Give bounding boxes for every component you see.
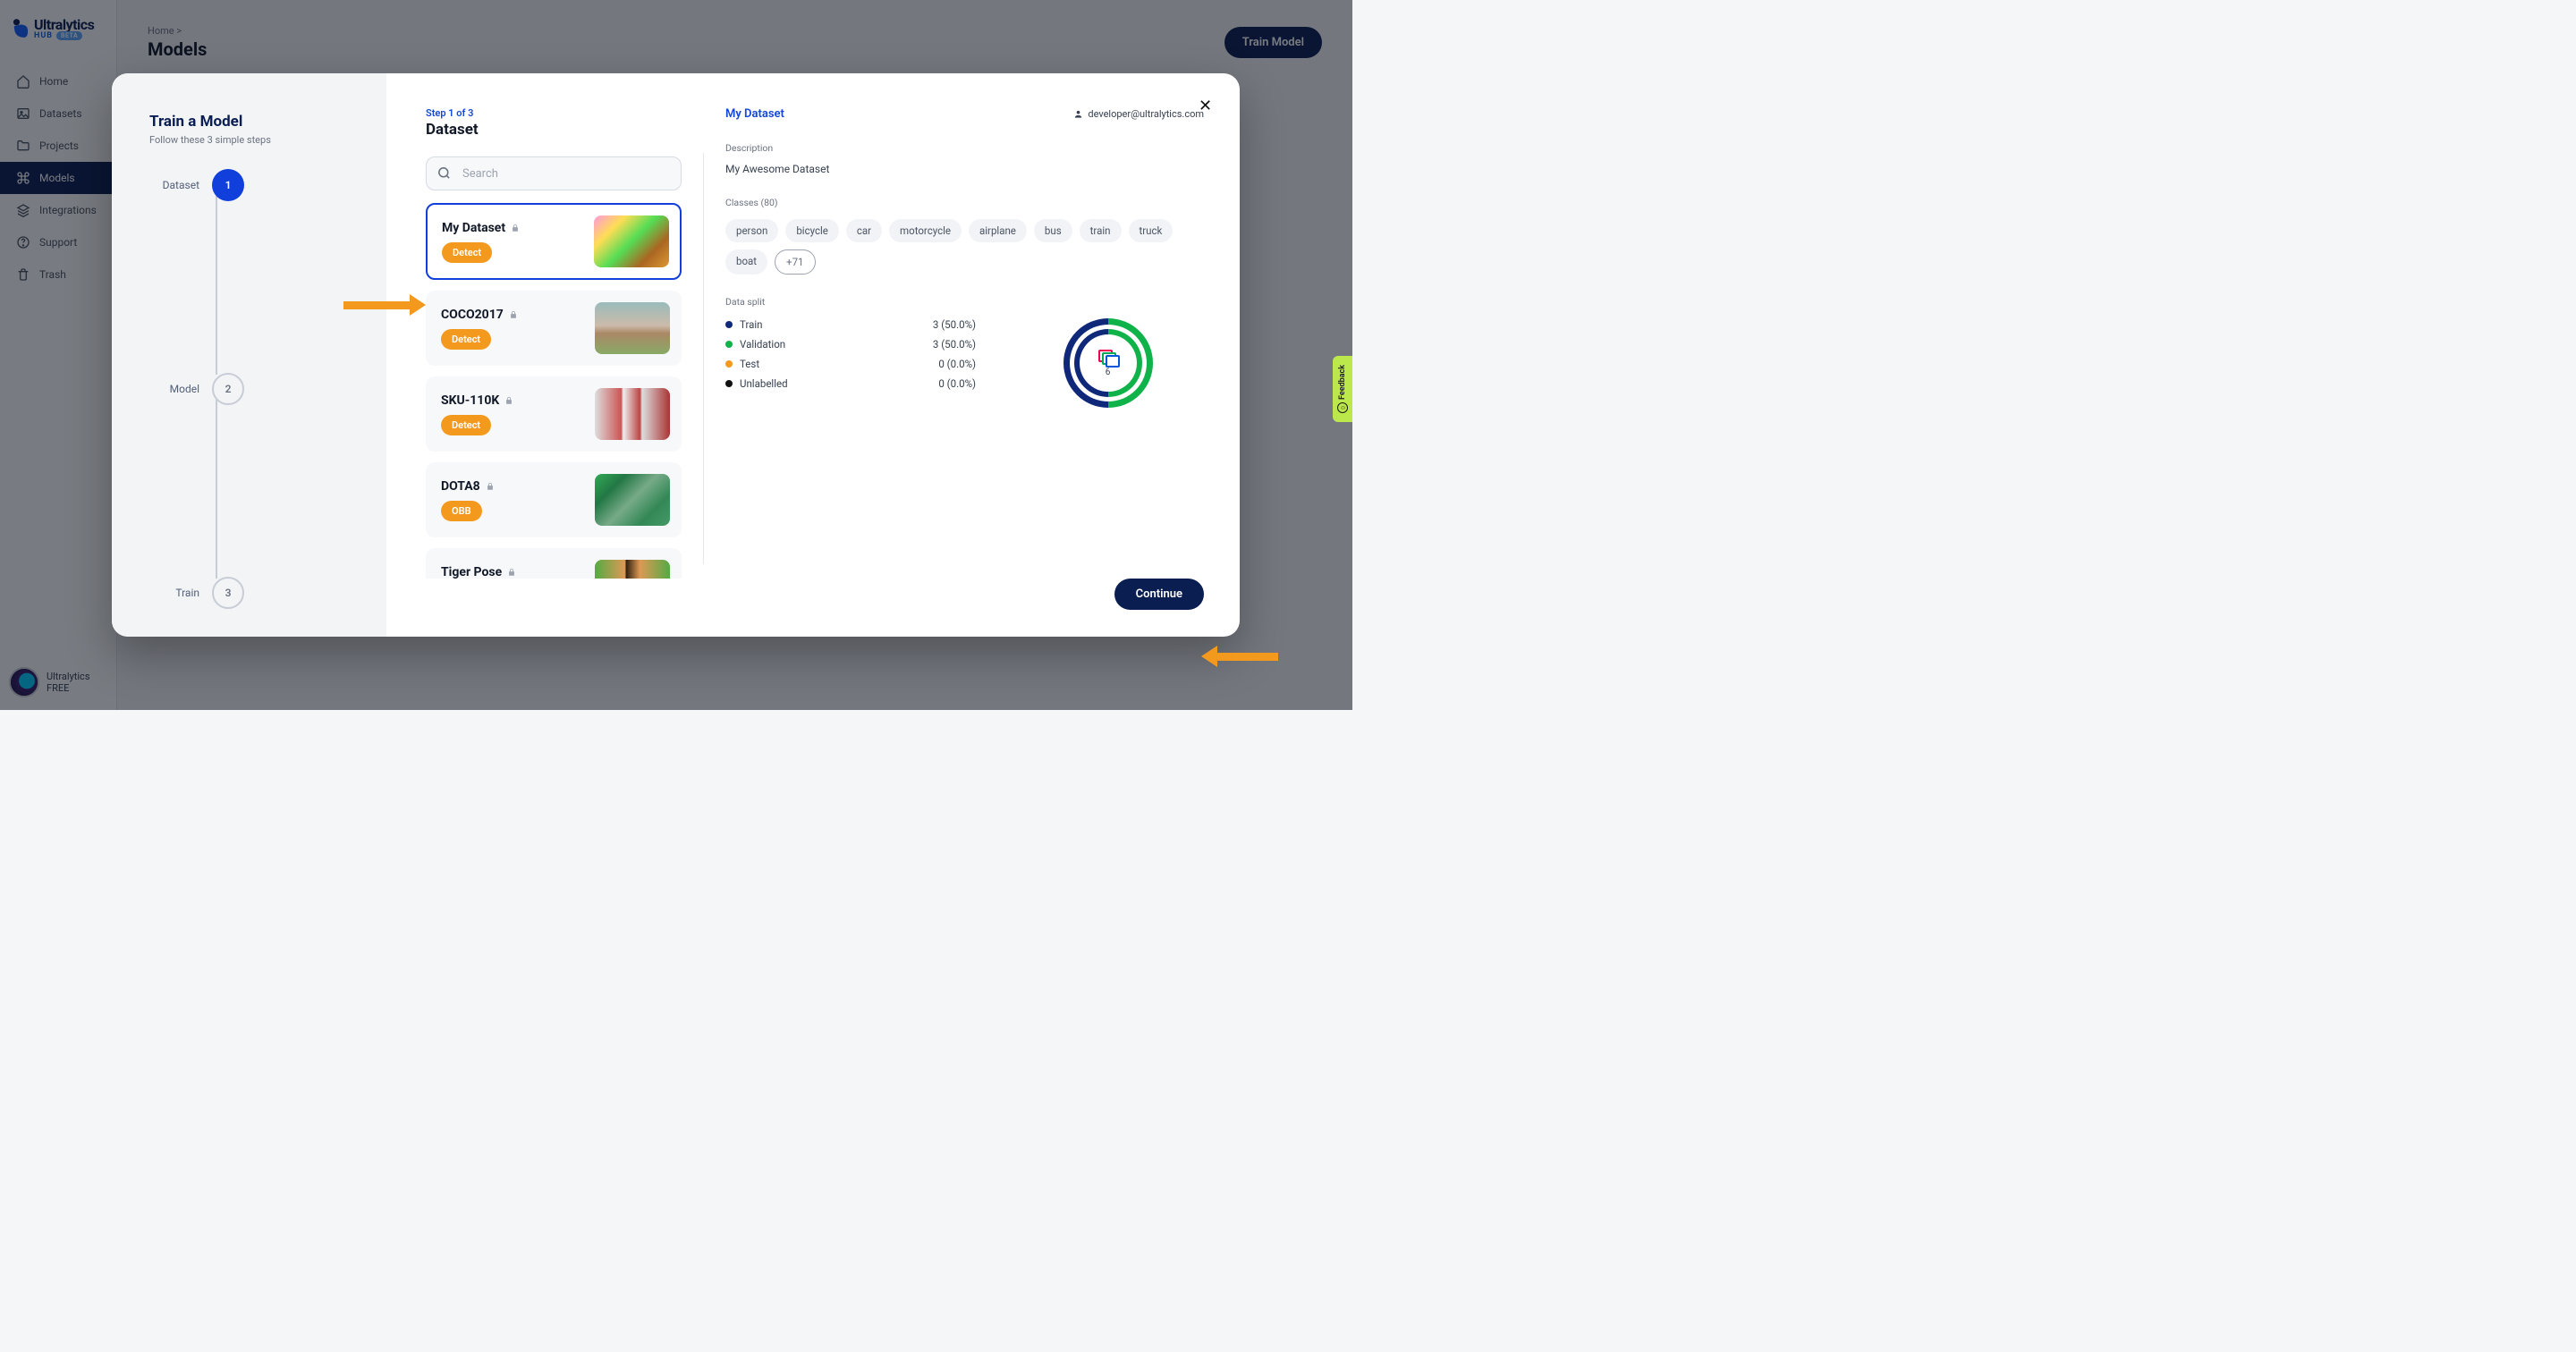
split-label: Data split [725,296,1204,308]
dataset-name: SKU-110K [441,393,499,408]
dataset-thumbnail [595,474,670,526]
lock-icon [511,224,520,232]
split-donut-chart: 6 [1012,318,1204,408]
split-row-test: Test 0 (0.0%) [725,358,976,370]
wizard-subtitle: Follow these 3 simple steps [149,134,360,146]
split-name: Test [740,358,759,370]
dataset-tag: Detect [441,329,491,350]
dataset-thumbnail [595,302,670,354]
class-chip: motorcycle [889,219,962,242]
dataset-card-tiger-pose[interactable]: Tiger Pose Pose [426,548,682,579]
step-number: 3 [212,577,244,609]
dataset-tag: Detect [441,415,491,435]
class-chip: train [1080,219,1122,242]
continue-button[interactable]: Continue [1114,579,1204,610]
annotation-arrow-dataset [343,294,426,316]
description-text: My Awesome Dataset [725,163,1204,175]
dataset-thumbnail [594,215,669,267]
annotation-arrow-continue [1201,646,1278,667]
wizard-step-dataset[interactable]: Dataset 1 [149,169,360,201]
lock-icon [507,568,516,577]
wizard-step-train[interactable]: Train 3 [149,577,360,609]
split-value: 0 (0.0%) [938,377,976,390]
close-button[interactable]: ✕ [1199,98,1216,116]
dataset-thumbnail [595,388,670,440]
split-row-unlabelled: Unlabelled 0 (0.0%) [725,377,976,390]
dataset-thumbnail [595,560,670,579]
split-value: 3 (50.0%) [933,318,976,331]
train-modal: Train a Model Follow these 3 simple step… [112,73,1240,637]
step-number: 1 [212,169,244,201]
feedback-icon: ☺ [1337,402,1348,413]
split-table: Train 3 (50.0%) Validation 3 (50.0%) Test 0… [725,318,976,408]
dataset-name: DOTA8 [441,479,480,494]
split-value: 0 (0.0%) [938,358,976,370]
class-chip: car [846,219,882,242]
dataset-list: My Dataset Detect COCO2017 Detect SKU-11… [426,203,682,579]
lock-icon [486,482,495,491]
step-label: Dataset [149,179,199,191]
class-chip: boat [725,249,767,275]
dataset-name: My Dataset [442,221,505,235]
step-indicator: Step 1 of 3 [426,107,682,119]
lock-icon [509,310,518,319]
feedback-label: Feedback [1338,365,1347,400]
class-chip: truck [1129,219,1174,242]
split-name: Unlabelled [740,377,788,390]
dataset-card-my-dataset[interactable]: My Dataset Detect [426,203,682,280]
detail-title: My Dataset [725,107,784,121]
split-row-train: Train 3 (50.0%) [725,318,976,331]
split-row-validation: Validation 3 (50.0%) [725,338,976,351]
dataset-name: COCO2017 [441,308,504,322]
class-chip: bus [1034,219,1072,242]
dataset-list-column: Step 1 of 3 Dataset My Dataset Detect CO… [426,107,682,610]
total-count: 6 [1106,368,1111,377]
modal-content: ✕ Step 1 of 3 Dataset My Dataset Detect [386,73,1240,637]
wizard-title: Train a Model [149,113,360,131]
classes-label: Classes (80) [725,197,1204,208]
divider [703,153,704,564]
dataset-detail-column: My Dataset developer@ultralytics.com Des… [725,107,1204,610]
step-label: Train [149,587,199,599]
images-icon [1098,350,1118,366]
search-field [426,156,682,190]
wizard-steps-pane: Train a Model Follow these 3 simple step… [112,73,386,637]
description-label: Description [725,142,1204,154]
search-input[interactable] [426,156,682,190]
feedback-tab[interactable]: Feedback ☺ [1333,356,1352,422]
dataset-card-dota8[interactable]: DOTA8 OBB [426,462,682,537]
class-chip: airplane [969,219,1027,242]
lock-icon [504,396,513,405]
step-number: 2 [212,373,244,405]
class-chips: person bicycle car motorcycle airplane b… [725,219,1204,275]
split-name: Validation [740,338,785,351]
owner-email: developer@ultralytics.com [1088,108,1204,120]
wizard-step-model[interactable]: Model 2 [149,373,360,405]
dataset-card-sku-110k[interactable]: SKU-110K Detect [426,376,682,452]
dataset-tag: OBB [441,501,482,521]
dataset-tag: Detect [442,242,492,263]
split-value: 3 (50.0%) [933,338,976,351]
step-label: Model [149,383,199,395]
search-icon [436,165,452,181]
dataset-owner: developer@ultralytics.com [1073,108,1204,120]
class-chip: person [725,219,778,242]
class-chip-more[interactable]: +71 [775,249,815,275]
user-icon [1073,109,1083,119]
dataset-name: Tiger Pose [441,565,502,579]
class-chip: bicycle [785,219,839,242]
dataset-card-coco2017[interactable]: COCO2017 Detect [426,291,682,366]
split-name: Train [740,318,763,331]
step-heading: Dataset [426,121,682,139]
